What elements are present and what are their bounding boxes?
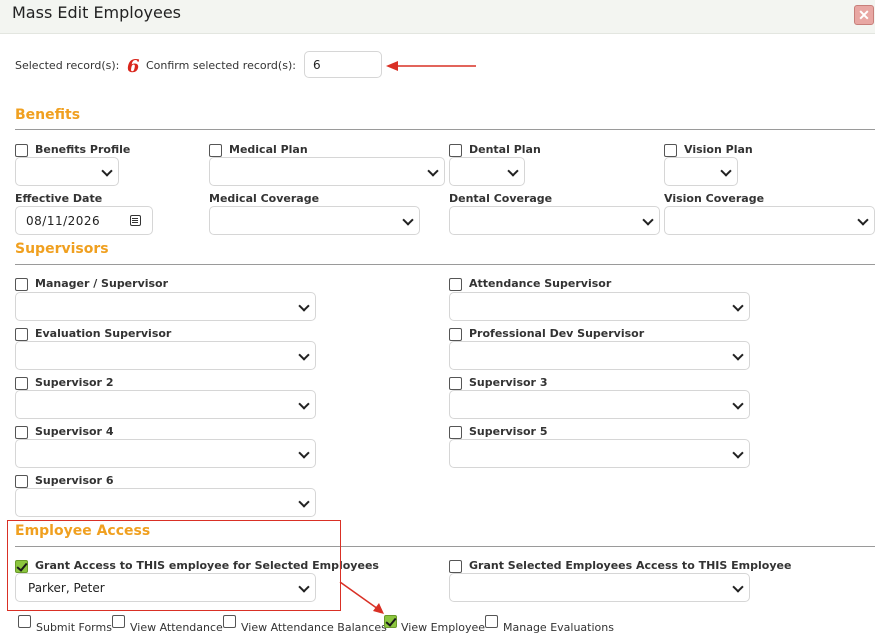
- view-employee-arrow-line: [339, 581, 379, 610]
- view-employee-arrow-head: [373, 603, 384, 614]
- confirm-arrow-head: [386, 61, 398, 71]
- annotation-arrows: [339, 61, 476, 614]
